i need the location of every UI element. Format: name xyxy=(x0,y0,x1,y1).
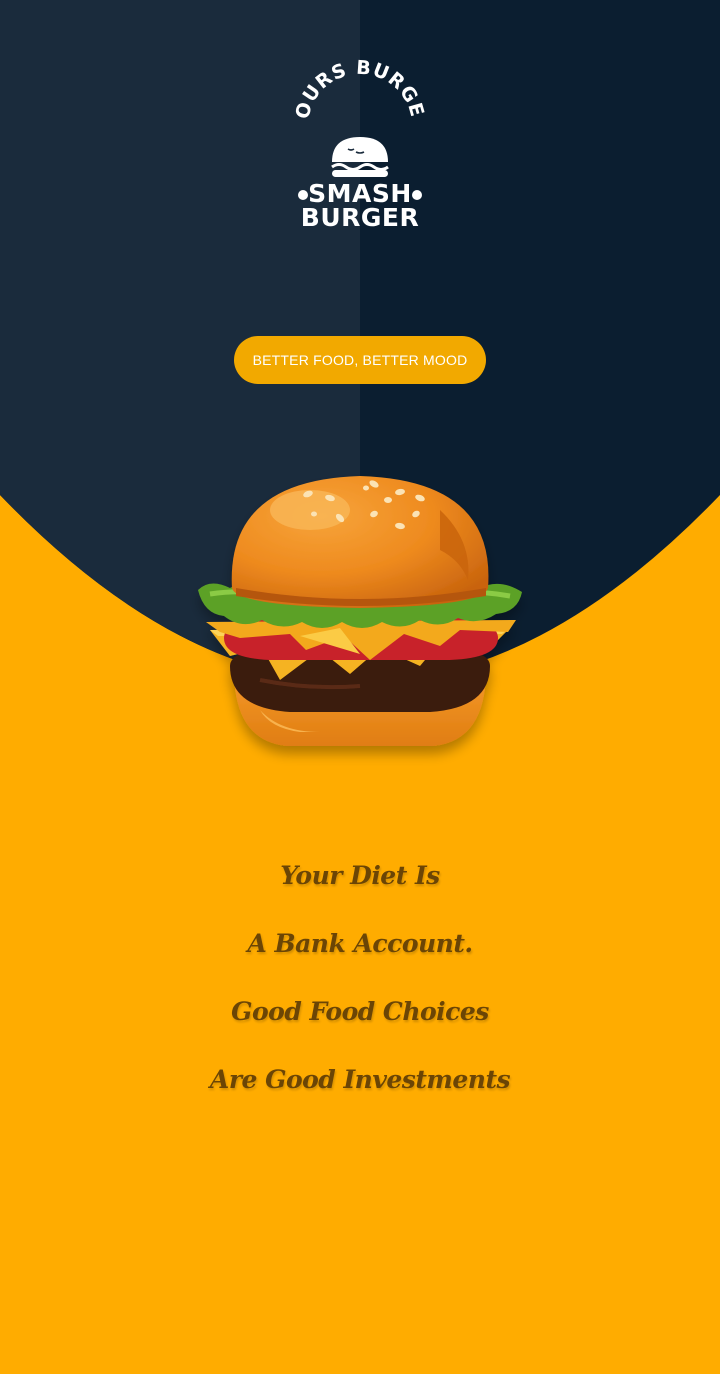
quote-line-4: Are Good Investments xyxy=(209,1065,511,1094)
quote-line-3: Good Food Choices xyxy=(231,997,489,1026)
burger-illustration xyxy=(198,476,522,746)
brand-logo: YOURS BURGER SMASH BURGER xyxy=(290,56,430,242)
brand-word-bottom: BURGER xyxy=(300,203,420,232)
better-food-button[interactable]: BETTER FOOD, BETTER MOOD xyxy=(234,336,486,384)
quote-line-1: Your Diet Is xyxy=(280,861,440,890)
quote-block: Your Diet Is A Bank Account. Good Food C… xyxy=(0,842,720,1114)
quote-line-2: A Bank Account. xyxy=(247,929,473,958)
brand-arc-text: YOURS BURGER xyxy=(290,56,428,121)
